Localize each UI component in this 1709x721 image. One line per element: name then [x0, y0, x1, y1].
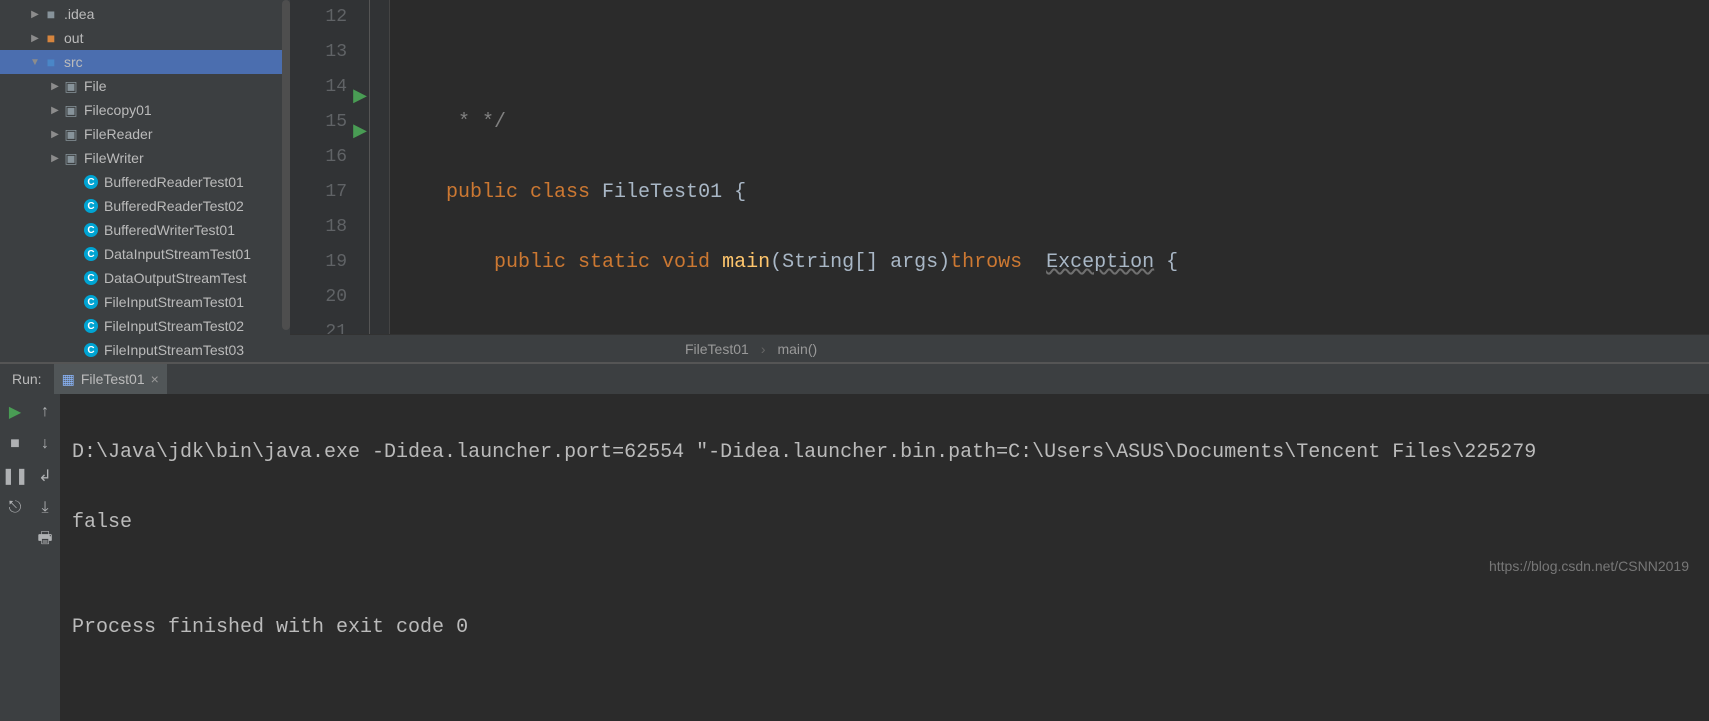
tree-item-fileinputstreamtest02[interactable]: C FileInputStreamTest02 [0, 314, 290, 338]
tree-item-idea[interactable]: ▶ ■ .idea [0, 2, 290, 26]
package-icon: ▣ [62, 126, 80, 143]
scroll-to-end-button[interactable]: ⤓ [35, 498, 55, 518]
line-number: 14▶ [290, 70, 347, 105]
breadcrumb-item[interactable]: main() [777, 341, 817, 357]
chevron-right-icon: ▶ [28, 33, 42, 44]
console-output[interactable]: D:\Java\jdk\bin\java.exe -Didea.launcher… [60, 394, 1709, 721]
code-editor[interactable]: 12 13 14▶ 15▶ 16 17 18 19 20 21 * */ pub… [290, 0, 1709, 362]
exit-button[interactable]: ⎋ [5, 498, 25, 518]
tree-item-fileinputstreamtest03[interactable]: C FileInputStreamTest03 [0, 338, 290, 362]
up-button[interactable]: ↑ [35, 402, 55, 422]
tree-item-filecopy01[interactable]: ▶ ▣ Filecopy01 [0, 98, 290, 122]
breadcrumb[interactable]: FileTest01 › main() [290, 334, 1709, 362]
line-number: 20 [290, 280, 347, 315]
tree-item-filewriter[interactable]: ▶ ▣ FileWriter [0, 146, 290, 170]
code-text[interactable]: * */ public class FileTest01 { public st… [390, 0, 1709, 334]
run-toolbar-right: ↑ ↓ ↲ ⤓ 🖶 [30, 394, 60, 721]
chevron-right-icon: › [761, 341, 766, 357]
chevron-down-icon: ▼ [28, 57, 42, 68]
java-class-icon: C [82, 199, 100, 213]
package-icon: ▣ [62, 150, 80, 167]
run-toolbar-left: ▶ ■ ❚❚ ⎋ [0, 394, 30, 721]
java-class-icon: C [82, 319, 100, 333]
rerun-button[interactable]: ▶ [5, 402, 25, 422]
application-icon: ▦ [62, 371, 75, 388]
java-class-icon: C [82, 223, 100, 237]
line-number: 13 [290, 35, 347, 70]
print-button[interactable]: 🖶 [35, 530, 55, 550]
tree-item-bufferedwritertest01[interactable]: C BufferedWriterTest01 [0, 218, 290, 242]
folder-icon: ■ [42, 6, 60, 22]
chevron-right-icon: ▶ [48, 129, 62, 140]
folder-icon: ■ [42, 54, 60, 70]
java-class-icon: C [82, 343, 100, 357]
java-class-icon: C [82, 247, 100, 261]
project-tree[interactable]: ▶ ■ .idea ▶ ■ out ▼ ■ src ▶ ▣ File ▶ ▣ F… [0, 0, 290, 362]
tree-item-bufferedreadertest01[interactable]: C BufferedReaderTest01 [0, 170, 290, 194]
chevron-right-icon: ▶ [48, 105, 62, 116]
watermark: https://blog.csdn.net/CSNN2019 [1489, 558, 1689, 574]
tree-scrollbar[interactable] [282, 0, 290, 330]
line-number: 18 [290, 210, 347, 245]
tree-item-src[interactable]: ▼ ■ src [0, 50, 290, 74]
down-button[interactable]: ↓ [35, 434, 55, 454]
line-number: 19 [290, 245, 347, 280]
chevron-right-icon: ▶ [28, 9, 42, 20]
line-number: 15▶ [290, 105, 347, 140]
line-gutter[interactable]: 12 13 14▶ 15▶ 16 17 18 19 20 21 [290, 0, 370, 334]
run-panel: Run: ▦ FileTest01 × ▶ ■ ❚❚ ⎋ ↑ ↓ ↲ ⤓ 🖶 D… [0, 362, 1709, 721]
java-class-icon: C [82, 271, 100, 285]
package-icon: ▣ [62, 78, 80, 95]
chevron-right-icon: ▶ [48, 81, 62, 92]
tree-item-out[interactable]: ▶ ■ out [0, 26, 290, 50]
line-number: 17 [290, 175, 347, 210]
line-number: 21 [290, 315, 347, 334]
close-icon[interactable]: × [151, 371, 159, 387]
tree-item-datainputstreamtest01[interactable]: C DataInputStreamTest01 [0, 242, 290, 266]
console-line: false [72, 505, 1697, 540]
console-line: D:\Java\jdk\bin\java.exe -Didea.launcher… [72, 435, 1697, 470]
console-line: Process finished with exit code 0 [72, 610, 1697, 645]
breadcrumb-item[interactable]: FileTest01 [685, 341, 749, 357]
run-label: Run: [0, 371, 54, 387]
tree-item-bufferedreadertest02[interactable]: C BufferedReaderTest02 [0, 194, 290, 218]
fold-gutter[interactable] [370, 0, 390, 334]
tree-item-fileinputstreamtest01[interactable]: C FileInputStreamTest01 [0, 290, 290, 314]
tree-item-file[interactable]: ▶ ▣ File [0, 74, 290, 98]
run-gutter-icon[interactable]: ▶ [353, 115, 367, 150]
java-class-icon: C [82, 175, 100, 189]
pause-button[interactable]: ❚❚ [5, 466, 25, 486]
line-number: 16 [290, 140, 347, 175]
package-icon: ▣ [62, 102, 80, 119]
run-header: Run: ▦ FileTest01 × [0, 364, 1709, 394]
soft-wrap-button[interactable]: ↲ [35, 466, 55, 486]
java-class-icon: C [82, 295, 100, 309]
line-number: 12 [290, 0, 347, 35]
tree-item-filereader[interactable]: ▶ ▣ FileReader [0, 122, 290, 146]
run-gutter-icon[interactable]: ▶ [353, 80, 367, 115]
chevron-right-icon: ▶ [48, 153, 62, 164]
run-tab[interactable]: ▦ FileTest01 × [54, 364, 167, 394]
tree-item-dataoutputstreamtest[interactable]: C DataOutputStreamTest [0, 266, 290, 290]
stop-button[interactable]: ■ [5, 434, 25, 454]
folder-icon: ■ [42, 30, 60, 46]
